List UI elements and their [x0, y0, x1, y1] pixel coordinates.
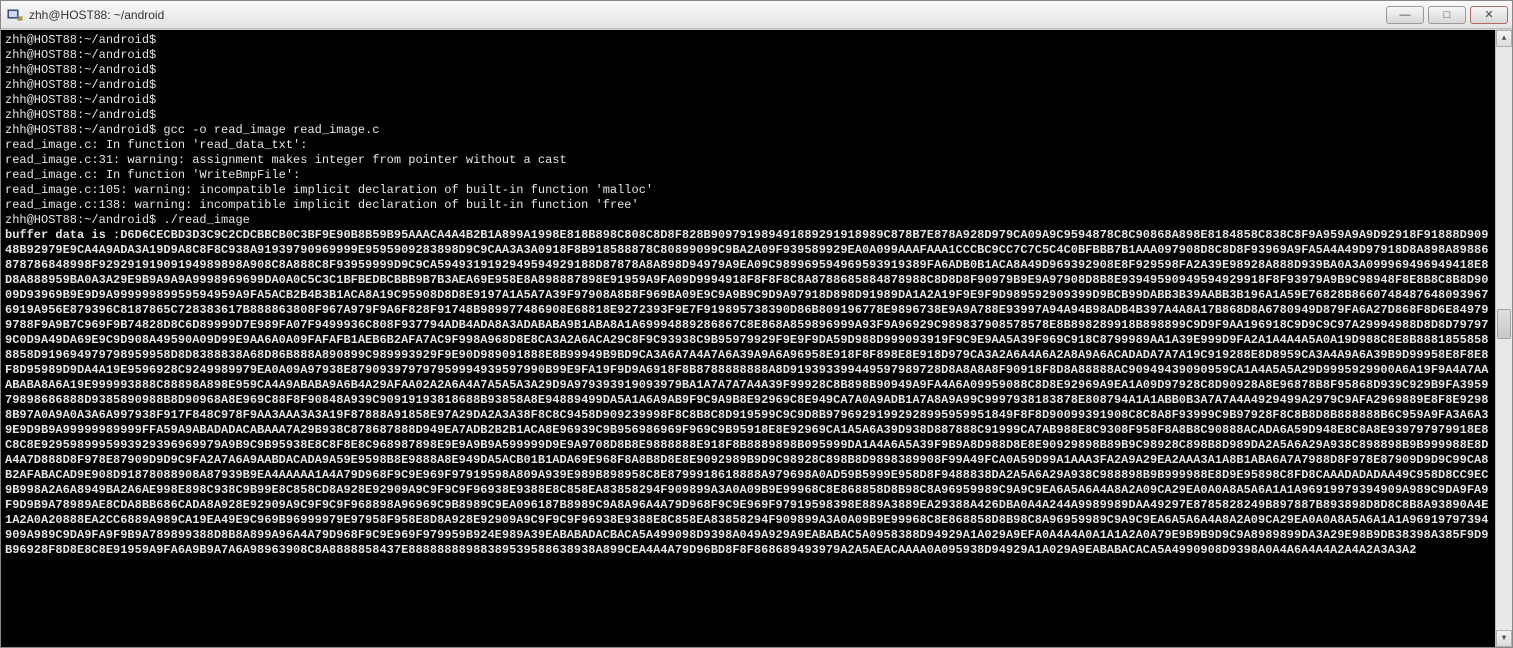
minimize-button[interactable]: ―: [1386, 6, 1424, 24]
maximize-button[interactable]: □: [1428, 6, 1466, 24]
prompt-line: zhh@HOST88:~/android$: [5, 108, 1491, 123]
vertical-scrollbar[interactable]: ▲ ▼: [1495, 30, 1512, 647]
maximize-icon: □: [1444, 9, 1451, 21]
terminal[interactable]: zhh@HOST88:~/android$ zhh@HOST88:~/andro…: [1, 30, 1495, 647]
compiler-output-line: read_image.c: In function 'WriteBmpFile'…: [5, 168, 1491, 183]
run-command-line: zhh@HOST88:~/android$ ./read_image: [5, 213, 1491, 228]
putty-icon: [7, 7, 23, 23]
prompt-line: zhh@HOST88:~/android$: [5, 48, 1491, 63]
scrollbar-thumb[interactable]: [1497, 309, 1511, 339]
compiler-output-line: read_image.c:138: warning: incompatible …: [5, 198, 1491, 213]
compiler-output-line: read_image.c:31: warning: assignment mak…: [5, 153, 1491, 168]
buffer-hex-output: buffer data is :D6D6CECBD3D3C9C2CDCBBCB0…: [5, 228, 1491, 558]
scrollbar-down-button[interactable]: ▼: [1496, 630, 1512, 647]
minimize-icon: ―: [1400, 9, 1411, 21]
compiler-output-line: read_image.c: In function 'read_data_txt…: [5, 138, 1491, 153]
close-button[interactable]: ✕: [1470, 6, 1508, 24]
prompt-line: zhh@HOST88:~/android$: [5, 93, 1491, 108]
window-title: zhh@HOST88: ~/android: [29, 8, 1386, 22]
window-controls: ― □ ✕: [1386, 6, 1508, 24]
prompt-line: zhh@HOST88:~/android$: [5, 63, 1491, 78]
app-window: zhh@HOST88: ~/android ― □ ✕ zhh@HOST88:~…: [0, 0, 1513, 648]
compile-command-line: zhh@HOST88:~/android$ gcc -o read_image …: [5, 123, 1491, 138]
close-icon: ✕: [1484, 8, 1493, 21]
scroll-down-icon: ▼: [1502, 634, 1507, 643]
scroll-up-icon: ▲: [1502, 34, 1507, 43]
scrollbar-track[interactable]: [1496, 47, 1512, 630]
compiler-output-line: read_image.c:105: warning: incompatible …: [5, 183, 1491, 198]
client-area: zhh@HOST88:~/android$ zhh@HOST88:~/andro…: [1, 29, 1512, 647]
titlebar[interactable]: zhh@HOST88: ~/android ― □ ✕: [1, 1, 1512, 29]
prompt-line: zhh@HOST88:~/android$: [5, 78, 1491, 93]
scrollbar-up-button[interactable]: ▲: [1496, 30, 1512, 47]
prompt-line: zhh@HOST88:~/android$: [5, 33, 1491, 48]
